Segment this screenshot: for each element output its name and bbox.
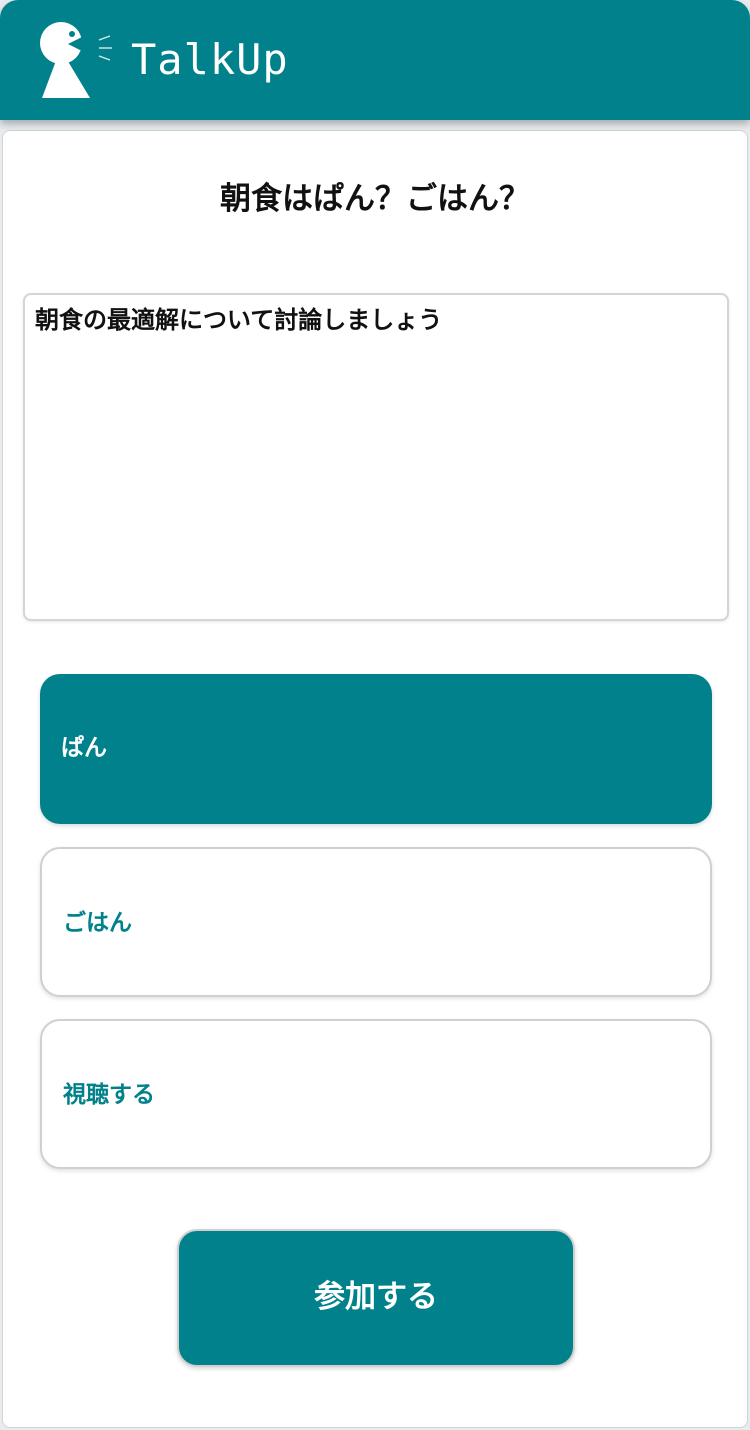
app-header: TalkUp (0, 0, 750, 120)
room-description: 朝食の最適解について討論しましょう (35, 306, 443, 334)
room-description-box: 朝食の最適解について討論しましょう (23, 293, 729, 621)
option-label: ぱん (61, 735, 107, 761)
option-watch[interactable]: 視聴する (40, 1019, 712, 1169)
option-pan[interactable]: ぱん (40, 674, 712, 824)
join-button-label: 参加する (314, 1279, 438, 1315)
room-title: 朝食はぱん？ごはん？ (220, 181, 530, 217)
option-label: 視聴する (63, 1082, 155, 1108)
option-label: ごはん (63, 910, 132, 936)
speaking-person-icon (40, 22, 112, 98)
app-title: TalkUp (131, 35, 289, 84)
option-gohan[interactable]: ごはん (40, 847, 712, 997)
join-button[interactable]: 参加する (177, 1229, 575, 1367)
app-frame: TalkUp 朝食はぱん？ごはん？ 朝食の最適解について討論しましょう ぱん ご… (0, 0, 750, 1430)
room-card: 朝食はぱん？ごはん？ 朝食の最適解について討論しましょう ぱん ごはん 視聴する… (2, 130, 748, 1428)
